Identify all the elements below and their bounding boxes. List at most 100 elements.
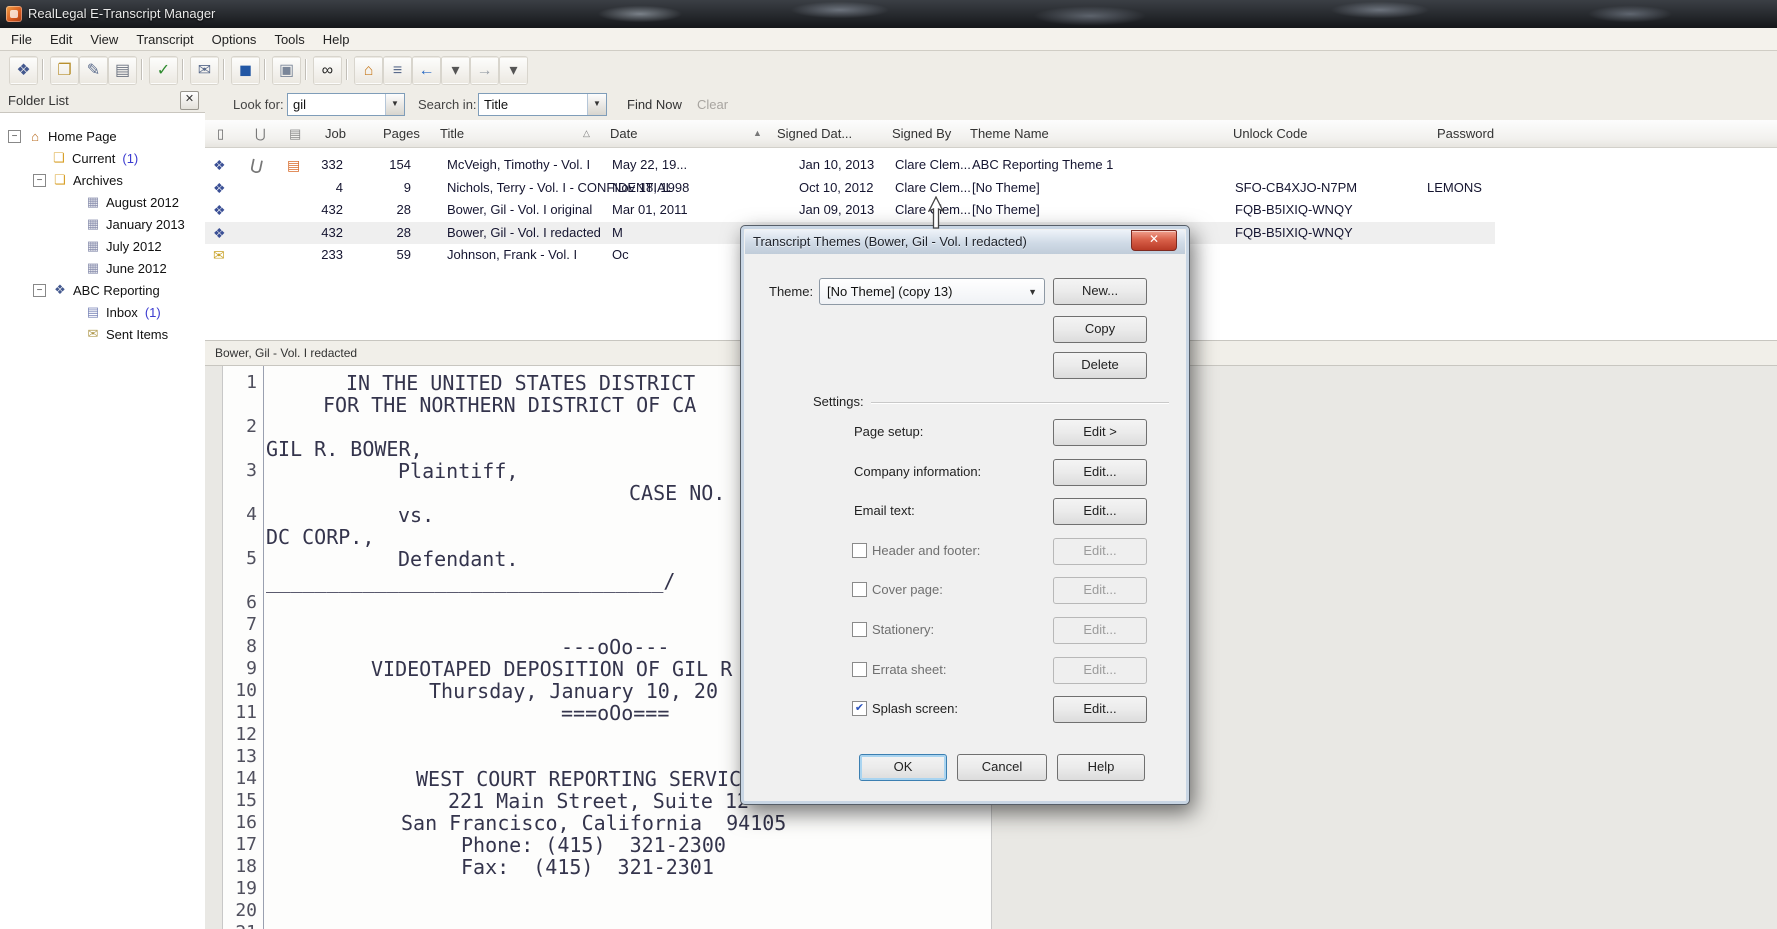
column-header-date[interactable]: Date xyxy=(610,126,637,141)
tree-item-sent-items[interactable]: ✉Sent Items xyxy=(84,324,168,344)
transcript-text-line: Defendant. xyxy=(398,548,518,570)
cancel-button[interactable]: Cancel xyxy=(957,754,1047,781)
toolbar-button-open-transcript-icon[interactable]: ❐ xyxy=(51,57,78,84)
edit-button-cover-page[interactable]: Edit... xyxy=(1053,577,1147,604)
tree-expander-icon[interactable]: − xyxy=(33,174,46,187)
delete-theme-button[interactable]: Delete xyxy=(1053,352,1147,379)
edit-button-header-and-footer[interactable]: Edit... xyxy=(1053,538,1147,565)
toolbar-button-new-document-icon[interactable]: ✎ xyxy=(80,57,107,84)
theme-select[interactable]: [No Theme] (copy 13) ▼ xyxy=(819,278,1045,305)
tree-item-july-2012[interactable]: ▦July 2012 xyxy=(84,236,162,256)
edit-button-page-setup[interactable]: Edit > xyxy=(1053,419,1147,446)
column-header-password[interactable]: Password xyxy=(1437,126,1494,141)
find-now-button[interactable]: Find Now xyxy=(627,97,682,112)
transcript-text-line: Plaintiff, xyxy=(398,460,518,482)
edit-button-email-text[interactable]: Edit... xyxy=(1053,498,1147,525)
cell-unlock: FQB-B5IXIQ-WNQY xyxy=(1235,225,1353,240)
tree-item-june-2012[interactable]: ▦June 2012 xyxy=(84,258,167,278)
look-for-input[interactable]: gil ▼ xyxy=(287,93,405,116)
document-column-icon[interactable]: ▯ xyxy=(217,126,224,142)
close-icon[interactable]: ✕ xyxy=(1131,230,1177,251)
clear-button[interactable]: Clear xyxy=(697,97,728,112)
verify-transcript-icon: ✓ xyxy=(157,63,170,79)
edit-button-company-information[interactable]: Edit... xyxy=(1053,459,1147,486)
tree-expander-icon[interactable]: − xyxy=(33,284,46,297)
menu-item-help[interactable]: Help xyxy=(314,30,359,49)
line-number: 13 xyxy=(225,746,257,768)
column-header-job[interactable]: Job xyxy=(325,126,346,141)
ok-button[interactable]: OK xyxy=(859,754,947,781)
toolbar-button-back-menu-caret[interactable]: ▾ xyxy=(442,57,469,84)
cell-job: 432 xyxy=(297,225,343,240)
open-transcript-icon: ❐ xyxy=(57,63,71,79)
chevron-down-icon[interactable]: ▼ xyxy=(385,94,404,115)
window-titlebar[interactable]: RealLegal E-Transcript Manager xyxy=(0,0,1777,28)
toolbar-button-forward-icon[interactable]: → xyxy=(471,57,498,84)
line-number: 8 xyxy=(225,636,257,658)
toolbar-button-forward-menu-caret[interactable]: ▾ xyxy=(500,57,527,84)
edit-button-splash-screen[interactable]: Edit... xyxy=(1053,696,1147,723)
tree-item-archives[interactable]: −❏Archives xyxy=(33,170,123,190)
line-number: 11 xyxy=(225,702,257,724)
checkbox-errata-sheet[interactable] xyxy=(852,662,867,677)
folder-list-close-icon[interactable]: ✕ xyxy=(180,91,199,110)
dialog-titlebar[interactable]: Transcript Themes (Bower, Gil - Vol. I r… xyxy=(745,230,1185,254)
notes-column-icon[interactable]: ▤ xyxy=(289,126,301,142)
search-in-select[interactable]: Title ▼ xyxy=(478,93,607,116)
tree-item-august-2012[interactable]: ▦August 2012 xyxy=(84,192,179,212)
tree-item-home-page[interactable]: −⌂Home Page xyxy=(8,126,117,146)
toolbar-button-transcripts-icon[interactable]: ❖ xyxy=(10,57,37,84)
tree-item-label: Sent Items xyxy=(106,327,168,342)
column-header-pages[interactable]: Pages xyxy=(383,126,420,141)
checkbox-splash-screen[interactable]: ✔ xyxy=(852,701,867,716)
edit-button-errata-sheet[interactable]: Edit... xyxy=(1053,657,1147,684)
column-header-title[interactable]: Title xyxy=(440,126,464,141)
transcripts-icon: ❖ xyxy=(51,282,69,298)
column-header-theme-name[interactable]: Theme Name xyxy=(970,126,1049,141)
sort-ascending-icon: ▲ xyxy=(753,128,762,138)
new-theme-button[interactable]: New... xyxy=(1053,278,1147,305)
home-icon: ⌂ xyxy=(26,129,44,144)
tree-item-label: Archives xyxy=(73,173,123,188)
checkbox-stationery[interactable] xyxy=(852,622,867,637)
toolbar-button-find-icon[interactable]: ∞ xyxy=(314,57,341,84)
menu-item-view[interactable]: View xyxy=(81,30,127,49)
tree-item-abc-reporting[interactable]: −❖ABC Reporting xyxy=(33,280,160,300)
toolbar-button-back-icon[interactable]: ← xyxy=(413,57,440,84)
tree-item-january-2013[interactable]: ▦January 2013 xyxy=(84,214,185,234)
menu-item-options[interactable]: Options xyxy=(203,30,266,49)
checkbox-cover-page[interactable] xyxy=(852,582,867,597)
copy-theme-button[interactable]: Copy xyxy=(1053,316,1147,343)
toolbar-button-preview-icon[interactable]: ▣ xyxy=(273,57,300,84)
toolbar-button-email-transcript-icon[interactable]: ✉ xyxy=(191,57,218,84)
look-for-label: Look for: xyxy=(233,97,284,112)
paperclip-column-icon[interactable]: ⋃ xyxy=(255,126,266,142)
help-button[interactable]: Help xyxy=(1057,754,1145,781)
toolbar-button-save-icon[interactable]: ◼ xyxy=(232,57,259,84)
sort-ascending-icon: △ xyxy=(583,128,590,139)
setting-label-stationery: Stationery: xyxy=(872,622,934,637)
toolbar-button-home-icon[interactable]: ⌂ xyxy=(355,57,382,84)
tree-item-current[interactable]: ❏Current(1) xyxy=(50,148,138,168)
transcript-icon: ❖ xyxy=(213,201,226,219)
toolbar-button-verify-transcript-icon[interactable]: ✓ xyxy=(150,57,177,84)
checkbox-header-and-footer[interactable] xyxy=(852,543,867,558)
menu-item-file[interactable]: File xyxy=(2,30,41,49)
tree-item-inbox[interactable]: ▤Inbox(1) xyxy=(84,302,161,322)
folder-list-title: Folder List xyxy=(8,93,69,108)
menu-item-edit[interactable]: Edit xyxy=(41,30,81,49)
menu-item-transcript[interactable]: Transcript xyxy=(127,30,202,49)
line-number: 15 xyxy=(225,790,257,812)
column-header-unlock-code[interactable]: Unlock Code xyxy=(1233,126,1307,141)
transcript-text-line: Fax: (415) 321-2301 xyxy=(461,856,714,878)
toolbar-button-manage-notes-icon[interactable]: ≡ xyxy=(384,57,411,84)
menu-item-tools[interactable]: Tools xyxy=(265,30,313,49)
tree-expander-icon[interactable]: − xyxy=(8,130,21,143)
column-header-signed-dat[interactable]: Signed Dat... xyxy=(777,126,852,141)
edit-button-stationery[interactable]: Edit... xyxy=(1053,617,1147,644)
chevron-down-icon[interactable]: ▼ xyxy=(587,94,606,115)
column-header-signed-by[interactable]: Signed By xyxy=(892,126,951,141)
cell-pages: 59 xyxy=(365,247,411,262)
cell-password: LEMONS xyxy=(1427,180,1482,195)
toolbar-button-print-icon[interactable]: ▤ xyxy=(109,57,136,84)
